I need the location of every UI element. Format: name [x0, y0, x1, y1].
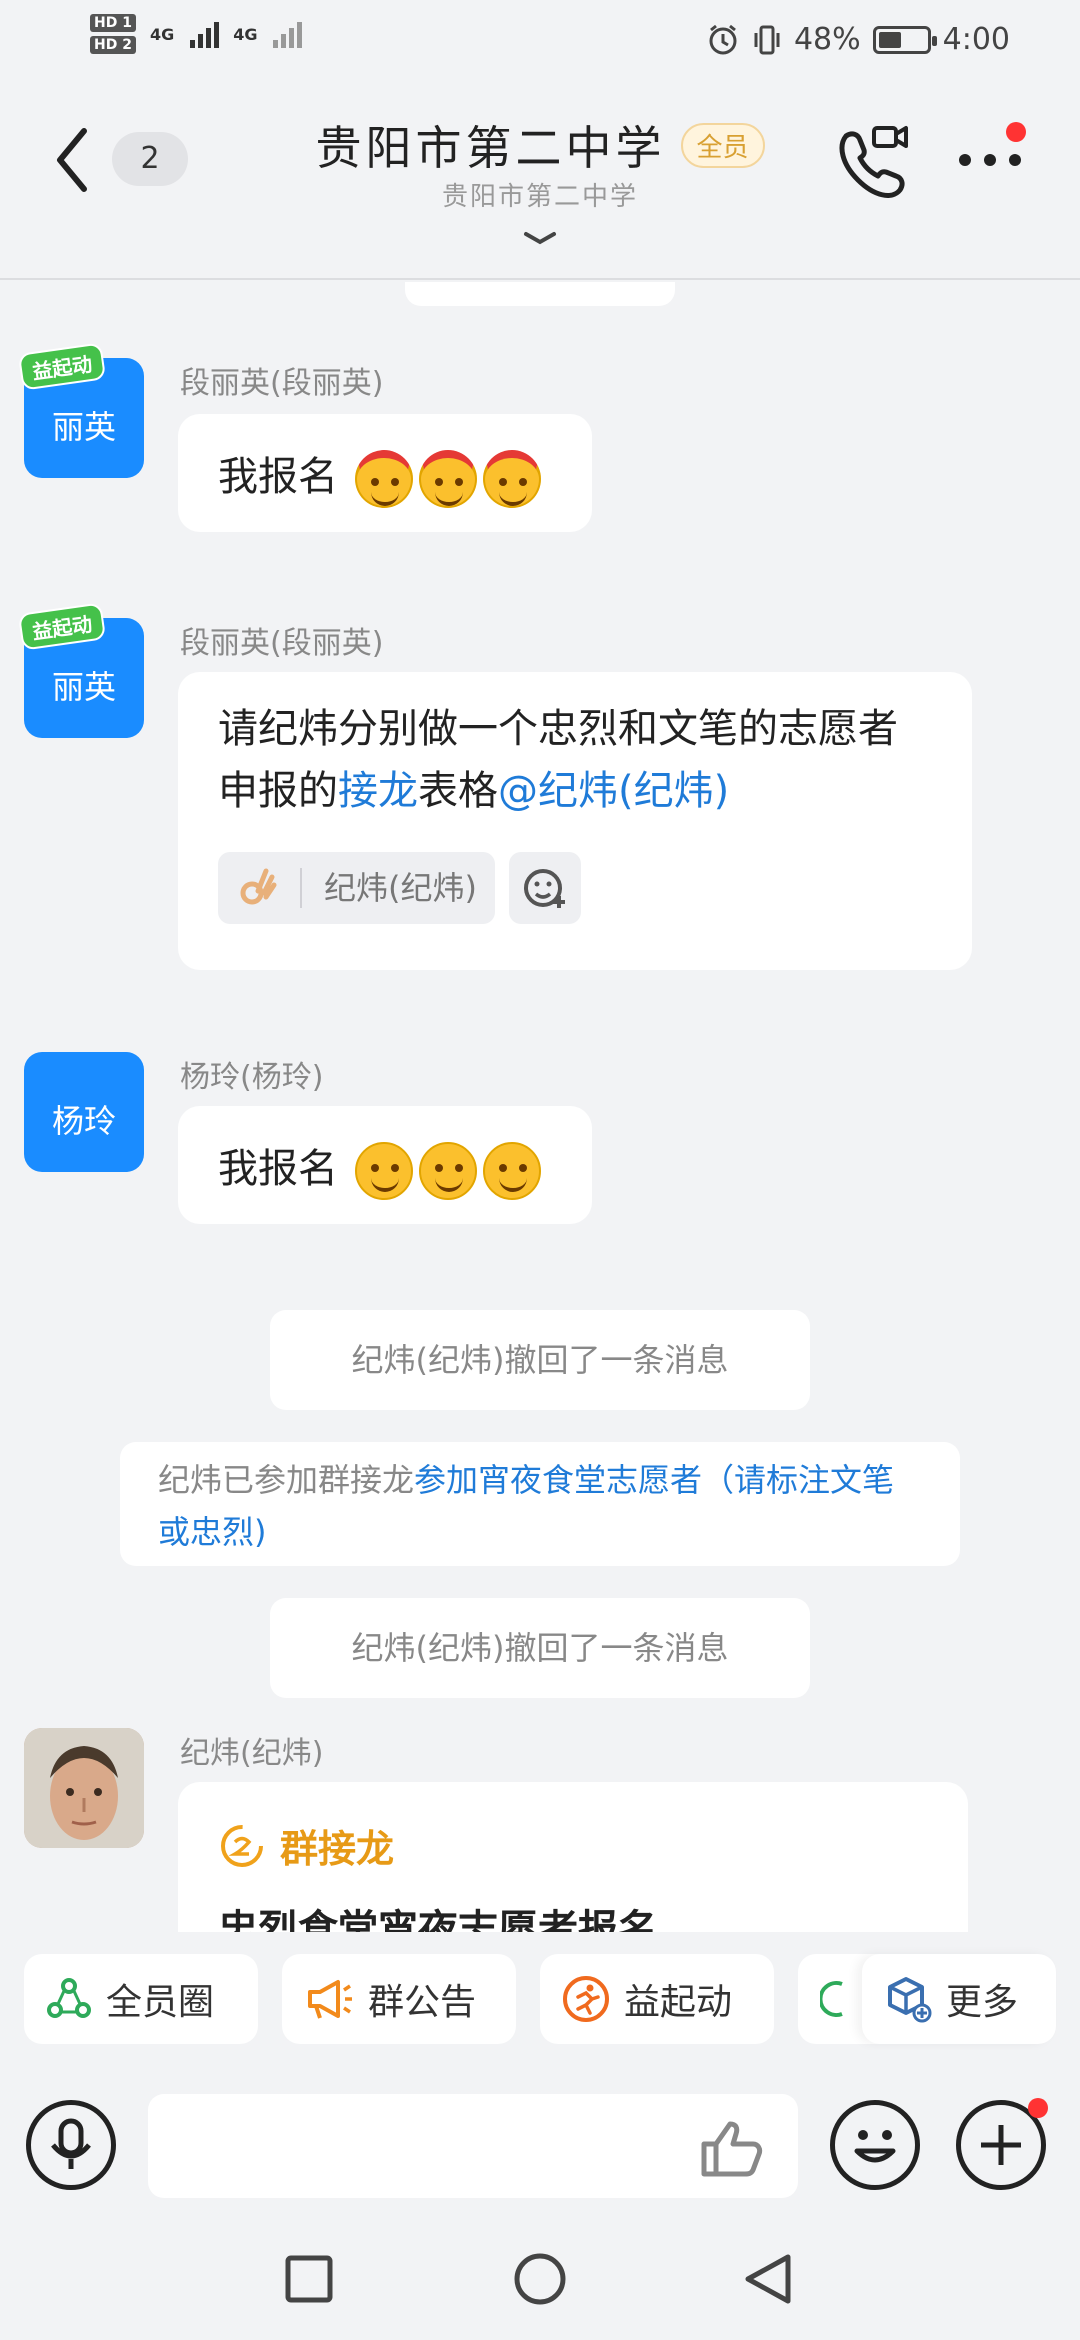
- message-list[interactable]: 益起动 丽英 段丽英(段丽英) 我报名 益起动 丽英 段丽英(段丽英) 请纪炜分…: [0, 282, 1080, 1932]
- avatar-badge: 益起动: [17, 342, 107, 391]
- avatar-badge: 益起动: [17, 602, 107, 651]
- chevron-down-icon[interactable]: [522, 230, 558, 246]
- system-nav-bar: [0, 2220, 1080, 2340]
- avatar[interactable]: 杨玲: [24, 1052, 144, 1172]
- hd1-indicator: HD 1: [90, 14, 136, 32]
- video-call-icon[interactable]: [834, 122, 910, 198]
- sender-name: 杨玲(杨玲): [180, 1060, 324, 1095]
- message-bubble[interactable]: 我报名: [178, 1106, 592, 1224]
- add-emoji-icon: [523, 869, 565, 908]
- solitaire-icon: [221, 1824, 263, 1867]
- card-title: 群接龙: [280, 1827, 395, 1871]
- message-bubble[interactable]: 我报名: [178, 414, 592, 532]
- chat-header: 2 贵阳市第二中学 全员 贵阳市第二中学: [0, 80, 1080, 280]
- hd2-indicator: HD 2: [90, 36, 136, 54]
- home-icon[interactable]: [512, 2251, 568, 2307]
- battery-percent: 48%: [793, 22, 861, 57]
- megaphone-icon: [308, 1980, 352, 2019]
- battery-icon: [872, 25, 937, 54]
- face-photo-icon: [24, 1728, 144, 1848]
- recent-apps-icon[interactable]: [284, 2254, 334, 2304]
- group-title[interactable]: 贵阳市第二中学: [315, 112, 665, 178]
- smile-emoji-icon: [482, 1142, 541, 1200]
- mention-link[interactable]: @纪炜(纪炜): [498, 768, 729, 814]
- ok-hand-icon: [240, 868, 277, 905]
- smile-emoji-group: [354, 1142, 541, 1200]
- shortcut-yiqidong[interactable]: 益起动: [540, 1954, 774, 2044]
- group-subtitle: 贵阳市第二中学: [441, 182, 638, 212]
- signal-icon-2: [273, 20, 303, 48]
- circle-group-icon: [47, 1978, 91, 2018]
- avatar[interactable]: 益起动 丽英: [17, 602, 144, 738]
- card-text: 忠烈食堂宵夜志愿者报名: [218, 1907, 658, 1932]
- shortcut-bar: 全员圈 群公告 益起动 更多: [0, 1940, 1080, 2050]
- cube-plus-icon: [888, 1977, 932, 2023]
- smiley-icon: [854, 2130, 896, 2163]
- vibrate-icon: [754, 25, 780, 54]
- solitaire-card[interactable]: 群接龙 忠烈食堂宵夜志愿者报名: [178, 1782, 968, 1932]
- notification-dot: [1006, 122, 1026, 142]
- emoji-button[interactable]: [830, 2100, 920, 2190]
- shortcut-all-members-circle[interactable]: 全员圈: [24, 1954, 258, 2044]
- solitaire-link[interactable]: 接龙: [338, 768, 418, 814]
- circle-icon: [820, 1981, 843, 2017]
- avatar[interactable]: 益起动 丽英: [17, 342, 144, 478]
- avatar-photo[interactable]: [24, 1728, 144, 1848]
- input-bar: [0, 2070, 1080, 2220]
- thumbs-up-icon[interactable]: [700, 2118, 764, 2178]
- reaction-user: 纪炜(纪炜): [324, 869, 477, 907]
- notification-dot: [1028, 2098, 1048, 2118]
- solitaire-join-notice: 纪炜已参加群接龙参加宵夜食堂志愿者（请标注文笔或忠烈): [120, 1442, 960, 1566]
- sender-name: 段丽英(段丽英): [180, 366, 384, 401]
- reaction-chip[interactable]: 纪炜(纪炜): [218, 852, 495, 924]
- shortcut-more[interactable]: 更多: [862, 1954, 1056, 2044]
- more-options-icon[interactable]: [955, 150, 1025, 170]
- network-type-1: 4G: [149, 24, 175, 44]
- message-bubble[interactable]: 请纪炜分别做一个忠烈和文笔的志愿者申报的接龙表格@纪炜(纪炜) 纪炜(纪炜): [178, 672, 972, 970]
- grin-emoji-group: [354, 450, 541, 508]
- microphone-icon: [51, 2118, 91, 2169]
- back-triangle-icon[interactable]: [742, 2251, 794, 2307]
- shortcut-group-announcement[interactable]: 群公告: [282, 1954, 516, 2044]
- smile-emoji-icon: [418, 1142, 477, 1200]
- recall-notice: 纪炜(纪炜)撤回了一条消息: [270, 1310, 810, 1410]
- smile-emoji-icon: [354, 1142, 413, 1200]
- grin-emoji-icon: [418, 450, 477, 508]
- grin-emoji-icon: [354, 450, 413, 508]
- previous-message-edge: [405, 282, 675, 306]
- running-icon: [563, 1976, 609, 2022]
- clock: 4:00: [942, 22, 1010, 57]
- recall-notice: 纪炜(纪炜)撤回了一条消息: [270, 1598, 810, 1698]
- plus-icon: [981, 2125, 1021, 2165]
- network-type-2: 4G: [233, 24, 258, 44]
- status-bar: HD 1 HD 2 4G 4G 48% 4:00: [0, 0, 1080, 80]
- voice-button[interactable]: [26, 2100, 116, 2190]
- sender-name: 纪炜(纪炜): [180, 1736, 324, 1771]
- all-members-badge: 全员: [680, 122, 765, 168]
- grin-emoji-icon: [482, 450, 541, 508]
- signal-icon: [190, 20, 220, 48]
- alarm-icon: [709, 24, 737, 54]
- add-reaction-button[interactable]: [508, 852, 581, 924]
- sender-name: 段丽英(段丽英): [180, 626, 384, 661]
